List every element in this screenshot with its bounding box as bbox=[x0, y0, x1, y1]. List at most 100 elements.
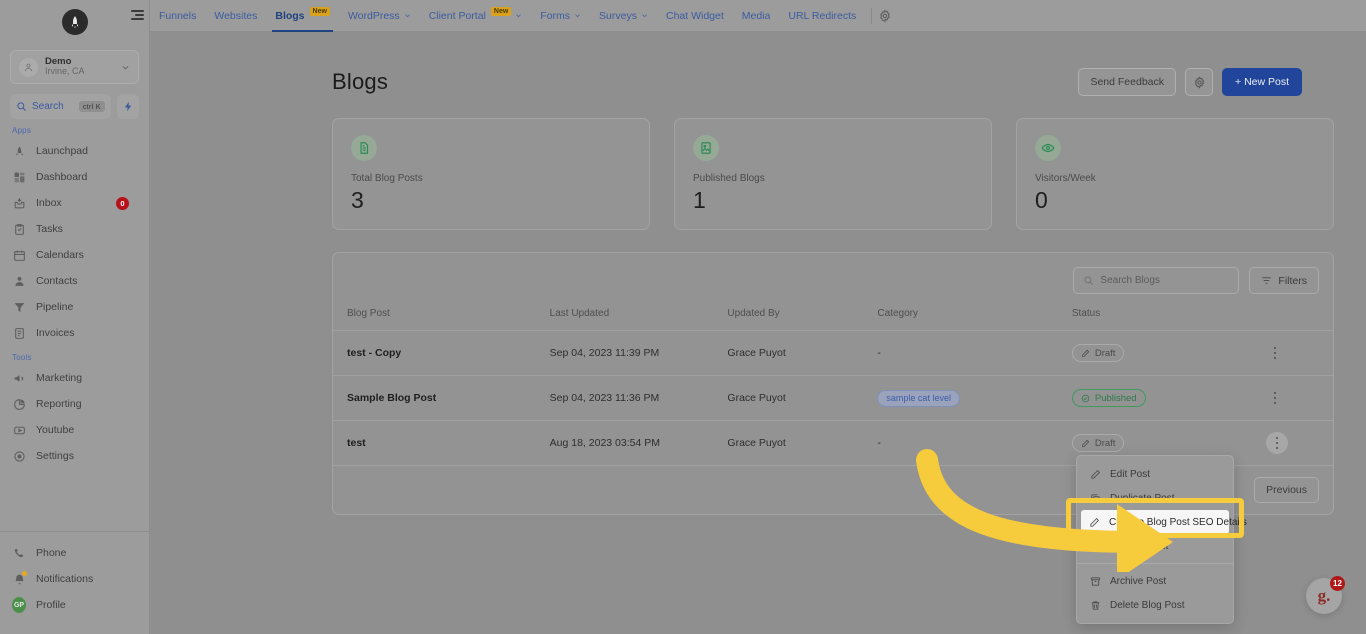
sidebar-item-settings[interactable]: Settings bbox=[0, 443, 149, 469]
copy-icon bbox=[1089, 492, 1101, 504]
tab-label: Forms bbox=[540, 9, 571, 22]
previous-page-button[interactable]: Previous bbox=[1254, 477, 1319, 503]
sidebar-item-reporting[interactable]: Reporting bbox=[0, 391, 149, 417]
tab-client-portal[interactable]: Client Portal New bbox=[420, 0, 532, 32]
search-shortcut-badge: ctrl K bbox=[78, 101, 105, 112]
app-logo[interactable] bbox=[0, 0, 149, 44]
account-avatar-icon bbox=[19, 57, 38, 77]
menu-item-delete-blog-post[interactable]: Delete Blog Post bbox=[1077, 593, 1233, 617]
sidebar-item-invoices[interactable]: Invoices bbox=[0, 320, 149, 346]
account-text: Demo Irvine, CA bbox=[45, 57, 114, 76]
sidebar-section-label-tools: Tools bbox=[12, 353, 32, 362]
sidebar-item-contacts[interactable]: Contacts bbox=[0, 268, 149, 294]
tab-media[interactable]: Media bbox=[733, 0, 780, 32]
cell-actions bbox=[1266, 375, 1333, 421]
sidebar-item-inbox[interactable]: Inbox 0 bbox=[0, 190, 149, 216]
sidebar-item-label: Reporting bbox=[36, 398, 82, 410]
gear-icon bbox=[12, 449, 26, 463]
tab-url-redirects[interactable]: URL Redirects bbox=[779, 0, 865, 32]
tab-chat-widget[interactable]: Chat Widget bbox=[657, 0, 733, 32]
chevron-down-icon bbox=[575, 14, 580, 18]
column-header-updated-by: Updated By bbox=[727, 308, 878, 331]
sidebar-item-pipeline[interactable]: Pipeline bbox=[0, 294, 149, 320]
menu-item-preview-post[interactable]: Preview Post bbox=[1077, 534, 1233, 558]
sidebar-item-notifications[interactable]: Notifications bbox=[0, 566, 149, 592]
blogs-table: Blog Post Last Updated Updated By Catego… bbox=[333, 308, 1333, 466]
menu-item-edit-post[interactable]: Edit Post bbox=[1077, 462, 1233, 486]
pencil-icon bbox=[1089, 468, 1101, 480]
chevron-down-icon bbox=[404, 14, 410, 18]
tab-funnels[interactable]: Funnels bbox=[150, 0, 205, 32]
row-actions-menu-button[interactable] bbox=[1266, 344, 1284, 362]
new-post-button[interactable]: + New Post bbox=[1222, 68, 1302, 96]
search-input[interactable]: Search ctrl K bbox=[10, 94, 111, 119]
sidebar-item-label: Pipeline bbox=[36, 301, 74, 313]
stat-card-visitors-week: Visitors/Week 0 bbox=[1016, 118, 1334, 230]
sidebar-item-tasks[interactable]: Tasks bbox=[0, 216, 149, 242]
status-badge: Published bbox=[1071, 389, 1146, 407]
row-actions-menu-button[interactable] bbox=[1266, 389, 1284, 407]
sidebar-item-profile[interactable]: GP Profile bbox=[0, 592, 149, 618]
filters-button[interactable]: Filters bbox=[1249, 267, 1319, 294]
menu-item-label: Edit Post bbox=[1110, 468, 1151, 480]
column-header-blog-post: Blog Post bbox=[333, 308, 550, 331]
column-header-category: Category bbox=[877, 308, 1072, 331]
tab-label: Surveys bbox=[599, 9, 637, 22]
pencil-icon bbox=[1089, 516, 1100, 528]
sidebar-item-phone[interactable]: Phone bbox=[0, 540, 149, 566]
table-head: Blog Post Last Updated Updated By Catego… bbox=[333, 308, 1333, 331]
notification-dot-icon bbox=[22, 571, 27, 576]
gear-icon[interactable] bbox=[878, 8, 892, 23]
tab-websites[interactable]: Websites bbox=[205, 0, 266, 32]
account-switcher[interactable]: Demo Irvine, CA bbox=[10, 50, 139, 84]
menu-item-duplicate-post[interactable]: Duplicate Post bbox=[1077, 486, 1233, 510]
tasks-clipboard-icon bbox=[12, 222, 26, 236]
app-root: Demo Irvine, CA Search ctrl K Apps Launc… bbox=[0, 0, 1366, 634]
cell-blog-post: Sample Blog Post bbox=[333, 375, 550, 421]
help-widget-count-badge: 12 bbox=[1330, 576, 1345, 591]
page-settings-button[interactable] bbox=[1185, 68, 1214, 96]
table-row[interactable]: test - Copy Sep 04, 2023 11:39 PM Grace … bbox=[333, 330, 1333, 376]
sidebar-item-youtube[interactable]: Youtube bbox=[0, 417, 149, 443]
tab-wordpress[interactable]: WordPress bbox=[339, 0, 420, 32]
search-icon bbox=[1084, 276, 1094, 285]
page-header: Blogs Send Feedback + New Post bbox=[150, 32, 1366, 96]
menu-item-archive-post[interactable]: Archive Post bbox=[1077, 569, 1233, 593]
sidebar-item-calendars[interactable]: Calendars bbox=[0, 242, 149, 268]
row-actions-menu-button-active[interactable] bbox=[1266, 432, 1289, 454]
calendar-icon bbox=[12, 248, 26, 262]
status-label: Draft bbox=[1094, 347, 1116, 359]
cell-status: Draft bbox=[1071, 330, 1267, 376]
sidebar-item-launchpad[interactable]: Launchpad bbox=[0, 138, 149, 164]
table-row[interactable]: Sample Blog Post Sep 04, 2023 11:36 PM G… bbox=[333, 375, 1333, 421]
column-header-last-updated: Last Updated bbox=[549, 308, 728, 331]
archive-icon bbox=[1089, 575, 1101, 587]
tab-label: Funnels bbox=[159, 9, 197, 22]
sidebar-item-label: Profile bbox=[36, 599, 66, 611]
tab-forms[interactable]: Forms bbox=[531, 0, 590, 32]
sidebar-item-marketing[interactable]: Marketing bbox=[0, 365, 149, 391]
send-feedback-button[interactable]: Send Feedback bbox=[1078, 68, 1177, 96]
sidebar-item-label: Tasks bbox=[36, 223, 63, 235]
account-location: Irvine, CA bbox=[45, 66, 85, 77]
sidebar-item-dashboard[interactable]: Dashboard bbox=[0, 164, 149, 190]
tab-blogs[interactable]: Blogs New bbox=[266, 0, 339, 32]
sidebar-divider bbox=[0, 531, 149, 532]
tab-surveys[interactable]: Surveys bbox=[590, 0, 657, 32]
sidebar-item-label: Settings bbox=[36, 450, 74, 462]
eye-icon bbox=[1035, 135, 1061, 161]
tab-label: Chat Widget bbox=[665, 9, 724, 22]
help-widget-button[interactable]: g. 12 bbox=[1306, 576, 1345, 614]
status-badge: Draft bbox=[1071, 344, 1125, 362]
stat-card-total-blog-posts: Total Blog Posts 3 bbox=[332, 118, 650, 230]
hamburger-menu-icon[interactable] bbox=[131, 10, 144, 22]
sidebar-item-label: Invoices bbox=[36, 327, 75, 339]
rocket-icon bbox=[12, 144, 26, 158]
menu-item-change-blog-post-seo-details[interactable]: Change Blog Post SEO Details bbox=[1081, 510, 1247, 534]
sidebar-item-label: Contacts bbox=[36, 275, 78, 287]
search-blogs-input[interactable]: Search Blogs bbox=[1073, 267, 1240, 294]
trash-icon bbox=[1089, 599, 1101, 611]
sidebar-section-label-apps: Apps bbox=[12, 126, 32, 135]
quick-actions-button[interactable] bbox=[117, 94, 139, 119]
